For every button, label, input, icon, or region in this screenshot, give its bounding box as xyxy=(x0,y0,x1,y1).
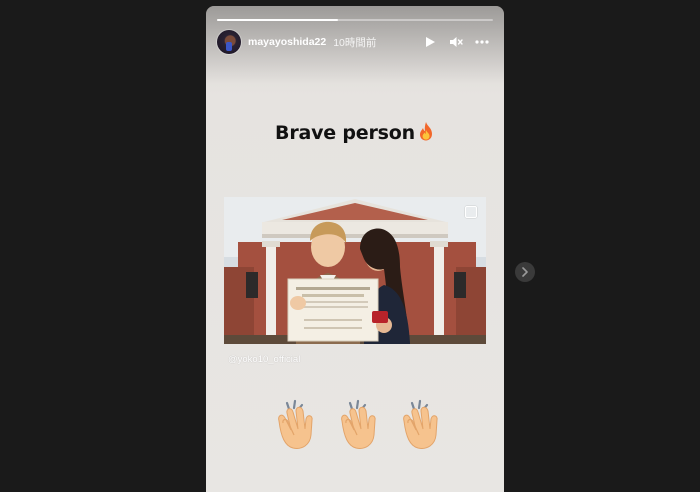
mute-button[interactable] xyxy=(445,31,467,53)
next-story-button[interactable] xyxy=(515,262,535,282)
mention-sticker[interactable]: @yoko10_official xyxy=(228,354,300,365)
clapping-hands-icon xyxy=(340,399,376,449)
username[interactable]: mayayoshida22 xyxy=(248,36,326,48)
story-header: mayayoshida22 10時間前 xyxy=(217,30,493,54)
fire-emoji-icon xyxy=(419,122,432,141)
story-controls xyxy=(415,31,493,53)
timestamp: 10時間前 xyxy=(333,36,377,49)
story-title: Brave person xyxy=(206,121,504,144)
story-card[interactable]: mayayoshida22 10時間前 Brave person @yoko10… xyxy=(206,6,504,492)
chevron-right-icon xyxy=(522,267,528,277)
clapping-hands-icon xyxy=(403,399,438,449)
story-progress-bar xyxy=(217,19,493,21)
story-title-text: Brave person xyxy=(275,122,415,144)
clapping-hands-icon xyxy=(278,399,313,449)
speaker-muted-icon xyxy=(450,37,463,47)
play-icon xyxy=(426,37,435,47)
more-options-button[interactable] xyxy=(471,31,493,53)
story-viewer: mayayoshida22 10時間前 Brave person @yoko10… xyxy=(0,0,700,492)
reposted-photo[interactable] xyxy=(224,197,486,344)
select-checkbox-icon[interactable] xyxy=(465,206,477,218)
play-button[interactable] xyxy=(419,31,441,53)
story-progress-fill xyxy=(217,19,339,21)
photo-illustration xyxy=(224,197,486,344)
more-dots-icon xyxy=(475,40,489,44)
avatar[interactable] xyxy=(217,30,241,54)
clap-emoji-row xyxy=(271,399,446,454)
